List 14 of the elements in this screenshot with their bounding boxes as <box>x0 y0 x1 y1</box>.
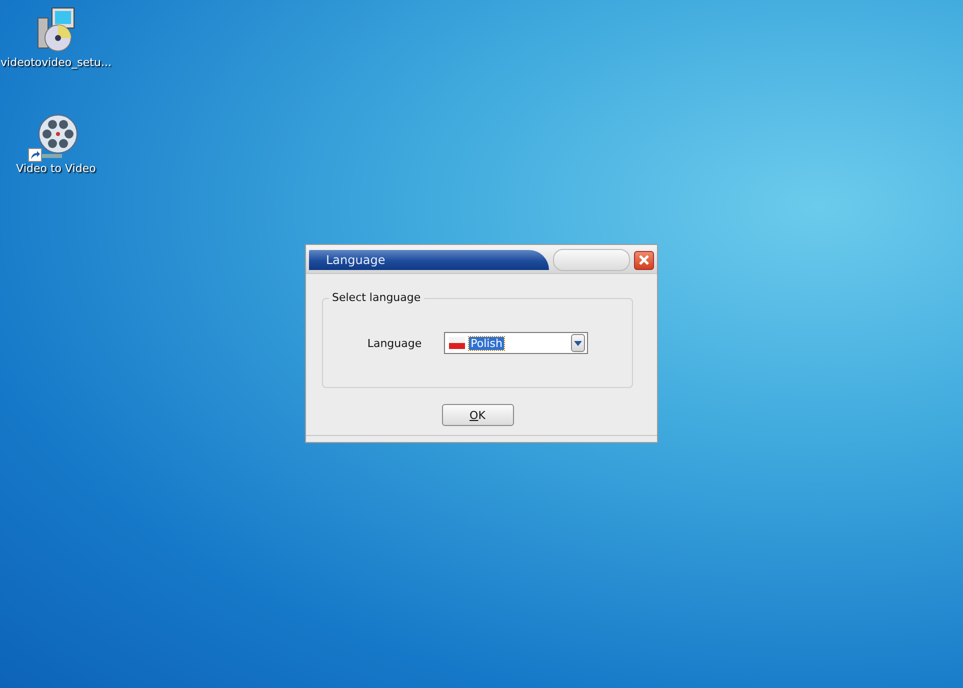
shortcut-arrow-icon <box>28 148 42 162</box>
close-icon <box>638 254 650 266</box>
selected-language: Polish <box>468 336 504 350</box>
dropdown-button[interactable] <box>570 334 585 352</box>
language-dropdown[interactable]: Polish <box>444 332 588 354</box>
group-title: Select language <box>329 291 424 304</box>
desktop-icon-label[interactable]: Video to Video <box>16 162 96 175</box>
field-label: Language <box>367 336 422 350</box>
window-title: Language <box>309 250 549 270</box>
desktop-icon-label[interactable]: videotovideo_setu... <box>0 56 112 69</box>
ok-button[interactable]: OK <box>442 404 514 426</box>
caret-icon <box>574 340 582 346</box>
close-button[interactable] <box>634 250 654 270</box>
flag-icon <box>448 337 465 349</box>
